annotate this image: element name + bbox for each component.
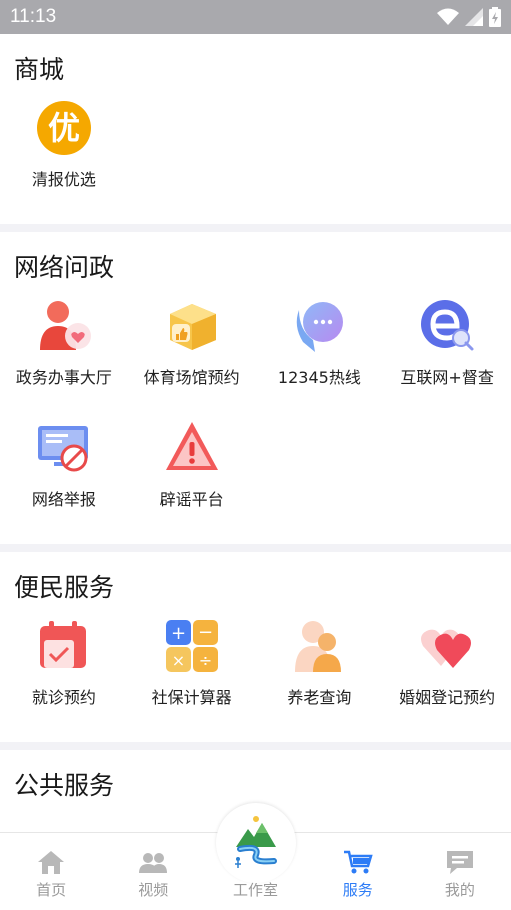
calendar-check-icon bbox=[34, 616, 94, 676]
section-network-politics: 网络问政 政务办事大厅 体育场馆预约 12345热线 互联网+督查 网络举报 辟… bbox=[0, 232, 511, 544]
service-item-label: 清报优选 bbox=[31, 170, 96, 189]
you-badge-icon: 优 bbox=[34, 98, 94, 158]
service-item-label: 政务办事大厅 bbox=[15, 368, 112, 387]
tab-mine[interactable]: 我的 bbox=[409, 833, 511, 910]
service-content: 商城 优 清报优选 网络问政 政务办事大厅 体育场馆预约 12345热线 互联网… bbox=[0, 34, 511, 832]
tab-label: 服务 bbox=[342, 881, 373, 899]
chat-bubble-icon bbox=[289, 296, 349, 356]
studio-center-button[interactable] bbox=[216, 803, 296, 883]
section-title-civil: 便民服务 bbox=[14, 574, 115, 602]
monitor-forbidden-icon bbox=[34, 418, 94, 478]
section-title-network: 网络问政 bbox=[14, 254, 115, 282]
mall-grid: 优 清报优选 bbox=[0, 90, 511, 190]
network-grid: 政务办事大厅 体育场馆预约 12345热线 互联网+督查 网络举报 辟谣平台 bbox=[0, 288, 511, 532]
section-mall: 商城 优 清报优选 bbox=[0, 34, 511, 224]
tab-home[interactable]: 首页 bbox=[0, 833, 102, 910]
signal-icon bbox=[465, 8, 483, 26]
service-item-pension-query[interactable]: 养老查询 bbox=[256, 608, 384, 730]
tab-label: 首页 bbox=[36, 881, 67, 899]
service-item-marriage-registration[interactable]: 婚姻登记预约 bbox=[383, 608, 511, 730]
people-icon bbox=[139, 853, 168, 873]
service-item-gov-hall[interactable]: 政务办事大厅 bbox=[0, 288, 128, 410]
svg-text:−: − bbox=[198, 622, 213, 643]
section-title-public: 公共服务 bbox=[14, 772, 115, 800]
svg-text:÷: ÷ bbox=[198, 651, 211, 670]
battery-icon bbox=[489, 7, 501, 27]
service-item-label: 网络举报 bbox=[31, 490, 96, 509]
wifi-icon bbox=[437, 8, 459, 25]
service-item-label: 婚姻登记预约 bbox=[399, 688, 496, 707]
status-icons bbox=[437, 7, 501, 27]
svg-text:+: + bbox=[171, 623, 186, 644]
service-item-hotline-12345[interactable]: 12345热线 bbox=[256, 288, 384, 410]
civil-grid: 就诊预约 + − × ÷ 社保计算器 养老查询 婚姻登记预约 bbox=[0, 608, 511, 730]
tab-video[interactable]: 视频 bbox=[102, 833, 204, 910]
service-item-internet-supervision[interactable]: 互联网+督查 bbox=[383, 288, 511, 410]
double-heart-icon bbox=[417, 616, 477, 676]
service-item-sports-venue[interactable]: 体育场馆预约 bbox=[128, 288, 256, 410]
service-item-label: 养老查询 bbox=[287, 688, 352, 707]
tab-label: 视频 bbox=[138, 881, 169, 899]
service-item-label: 就诊预约 bbox=[31, 688, 96, 707]
warning-triangle-icon bbox=[162, 418, 222, 478]
cart-icon bbox=[343, 850, 373, 874]
tab-label: 我的 bbox=[444, 881, 475, 899]
section-title-mall: 商城 bbox=[14, 56, 65, 84]
status-time: 11:13 bbox=[10, 6, 57, 27]
service-item-rumor-platform[interactable]: 辟谣平台 bbox=[128, 410, 256, 532]
tab-service[interactable]: 服务 bbox=[307, 833, 409, 910]
elderly-people-icon bbox=[289, 616, 349, 676]
service-item-qingbao-youxuan[interactable]: 优 清报优选 bbox=[0, 90, 128, 190]
service-item-label: 12345热线 bbox=[277, 368, 361, 387]
you-glyph: 优 bbox=[48, 109, 80, 147]
svg-text:×: × bbox=[171, 651, 184, 670]
service-item-label: 互联网+督查 bbox=[400, 368, 494, 387]
service-item-clinic-appointment[interactable]: 就诊预约 bbox=[0, 608, 128, 730]
service-item-label: 社保计算器 bbox=[151, 688, 232, 707]
home-icon bbox=[38, 851, 65, 874]
bottom-tab-bar: 首页 视频 工作室 服务 我的 bbox=[0, 803, 511, 910]
service-item-label: 体育场馆预约 bbox=[143, 368, 240, 387]
service-item-label: 辟谣平台 bbox=[159, 490, 224, 509]
thumb-box-icon bbox=[162, 296, 222, 356]
status-bar: 11:13 bbox=[0, 0, 511, 34]
calculator-icon: + − × ÷ bbox=[162, 616, 222, 676]
studio-logo-icon bbox=[235, 816, 277, 868]
message-icon bbox=[446, 851, 473, 874]
section-civil-service: 便民服务 就诊预约 + − × ÷ 社保计算器 养老查询 婚姻登记预约 bbox=[0, 552, 511, 742]
e-search-icon bbox=[417, 296, 477, 356]
service-item-network-report[interactable]: 网络举报 bbox=[0, 410, 128, 532]
service-item-social-calculator[interactable]: + − × ÷ 社保计算器 bbox=[128, 608, 256, 730]
person-heart-icon bbox=[34, 296, 94, 356]
